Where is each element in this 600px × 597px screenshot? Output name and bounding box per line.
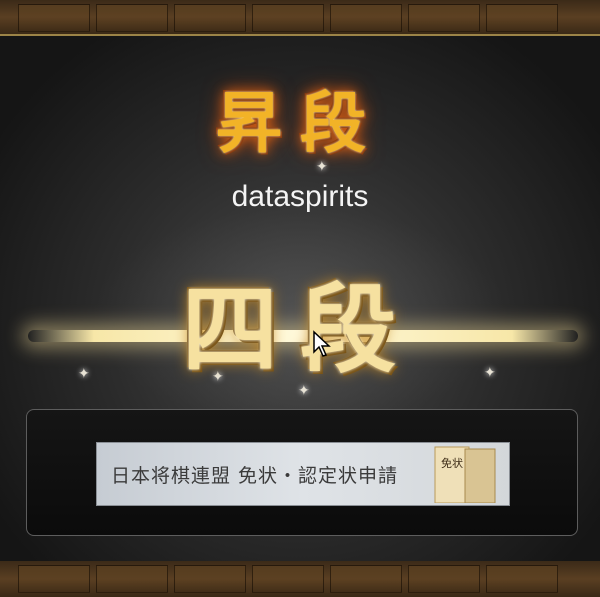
board-cell (330, 4, 402, 32)
certificate-button-label: 日本将棋連盟 免状・認定状申請 (111, 465, 399, 487)
shogi-board-bottom-edge (0, 561, 600, 597)
promotion-title: 昇段 (216, 84, 384, 162)
board-cell (486, 565, 558, 593)
board-cell (408, 4, 480, 32)
new-rank: 四段 (182, 273, 418, 386)
board-cell (96, 4, 168, 32)
board-cell (252, 565, 324, 593)
board-cell (486, 4, 558, 32)
board-cell (18, 4, 90, 32)
board-cell (174, 4, 246, 32)
board-cell (330, 565, 402, 593)
scroll-text: 免状 (441, 456, 463, 470)
certificate-scroll-icon: 免状 (434, 446, 496, 503)
board-cell (18, 565, 90, 593)
mouse-pointer-icon (313, 330, 331, 357)
board-cell (96, 565, 168, 593)
board-cell (252, 4, 324, 32)
board-cell (408, 565, 480, 593)
shogi-board-top-edge (0, 0, 600, 34)
certificate-application-button[interactable]: 日本将棋連盟 免状・認定状申請 免状 (96, 442, 510, 506)
board-cell (174, 565, 246, 593)
sparkle-icon: ✦ (316, 159, 328, 175)
player-name: dataspirits (231, 180, 369, 213)
